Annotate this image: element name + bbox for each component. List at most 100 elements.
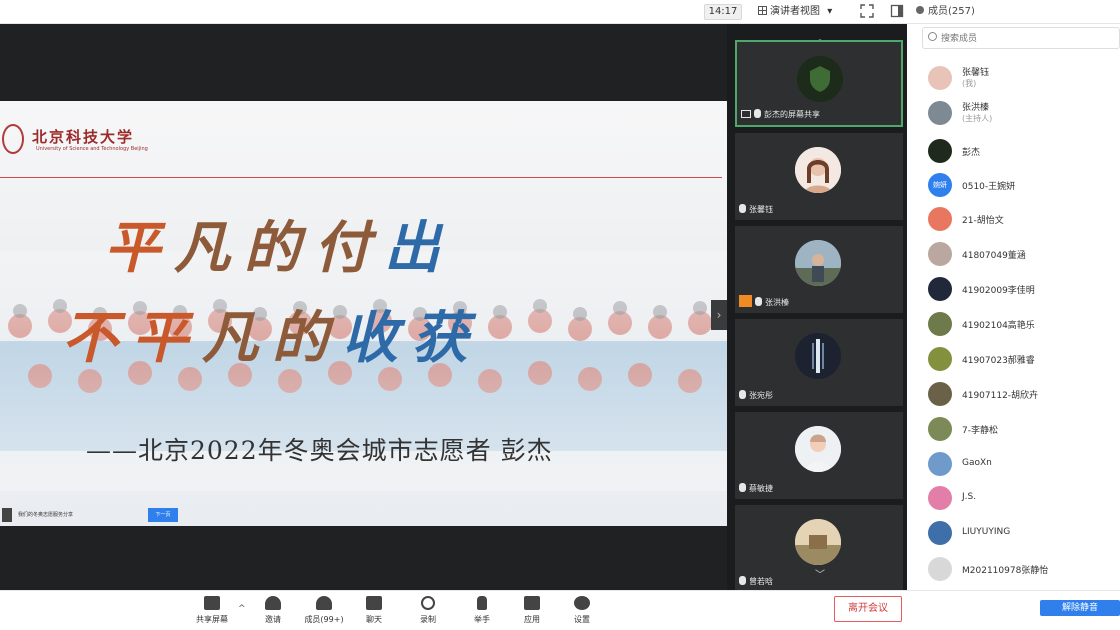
toolbar-label: 设置 [574, 615, 590, 624]
avatar [795, 426, 841, 472]
member-item[interactable]: GaoXn [928, 450, 1118, 480]
avatar [928, 207, 952, 231]
member-name: 41902009李佳明 [962, 286, 1035, 296]
next-page-button[interactable]: 下一页 [148, 508, 178, 522]
header-divider [0, 177, 722, 178]
mic-icon [739, 576, 746, 585]
avatar [928, 347, 952, 371]
avatar [928, 521, 952, 545]
video-tile[interactable]: 张宛彤 [735, 319, 903, 406]
toolbar-label: 应用 [524, 615, 540, 624]
member-item[interactable]: 41902009李佳明 [928, 275, 1118, 305]
member-item[interactable]: 婉妍 0510-王婉妍 [928, 171, 1118, 201]
university-name-cn: 北京科技大学 [32, 128, 135, 146]
member-name: 41902104高艳乐 [962, 321, 1035, 331]
mic-icon [755, 297, 762, 306]
search-icon [928, 32, 937, 41]
collapse-video-icon[interactable]: › [711, 300, 727, 330]
raise-hand-icon [477, 596, 487, 610]
tile-label: 彭杰的屏幕共享 [741, 109, 820, 121]
unmute-button[interactable]: 解除静音 [1040, 600, 1120, 616]
members-count-button[interactable]: 成员(257) [916, 3, 975, 21]
toolbar-label: 聊天 [366, 615, 382, 624]
sidebar-toggle-icon[interactable] [890, 4, 904, 18]
settings-button[interactable]: 设置 [560, 596, 604, 628]
member-item[interactable]: 41902104高艳乐 [928, 310, 1118, 340]
invite-icon [265, 596, 281, 610]
speaker-view-label: 演讲者视图 [770, 6, 820, 17]
video-tile[interactable]: 彭杰的屏幕共享 [735, 40, 903, 127]
toolbar-label: 共享屏幕 [196, 615, 228, 624]
avatar [795, 333, 841, 379]
raise-hand-button[interactable]: 举手 [460, 596, 504, 628]
video-tile[interactable]: 张馨钰 [735, 133, 903, 220]
share-options-chevron-icon[interactable]: ^ [238, 604, 246, 614]
scroll-down-icon[interactable]: ﹀ [815, 566, 825, 581]
member-item[interactable]: 7-李静松 [928, 415, 1118, 445]
avatar [797, 56, 843, 102]
slide-signature: ——北京2022年冬奥会城市志愿者 彭杰 [86, 436, 553, 465]
member-name: 41907023郝雅睿 [962, 356, 1035, 366]
apps-button[interactable]: 应用 [510, 596, 554, 628]
member-name: 21-胡怡文 [962, 216, 1004, 226]
member-name: 0510-王婉妍 [962, 182, 1016, 192]
mic-icon [739, 483, 746, 492]
member-item[interactable]: M202110978张静怡 [928, 555, 1118, 585]
member-name: 7-李静松 [962, 426, 998, 436]
tile-label: 曾若晗 [739, 576, 773, 588]
avatar [928, 139, 952, 163]
members-button[interactable]: 成员(99+) [302, 596, 346, 628]
member-item[interactable]: 41807049董涵 [928, 240, 1118, 270]
avatar: 婉妍 [928, 173, 952, 197]
slide-menu-button[interactable] [2, 508, 12, 522]
member-item[interactable]: J.S. [928, 484, 1118, 514]
avatar [928, 277, 952, 301]
member-name: M202110978张静怡 [962, 566, 1049, 576]
video-tile[interactable]: 蔡敏捷 [735, 412, 903, 499]
member-name: 张馨钰 [962, 68, 990, 78]
chat-button[interactable]: 聊天 [352, 596, 396, 628]
member-name: LIUYUYING [962, 527, 1011, 537]
member-name: 41807049董涵 [962, 251, 1026, 261]
avatar [928, 452, 952, 476]
avatar [928, 486, 952, 510]
record-button[interactable]: 录制 [406, 596, 450, 628]
avatar [928, 242, 952, 266]
share-screen-button[interactable]: 共享屏幕 [190, 596, 234, 628]
member-item[interactable]: 张洪榛 (主持人) [928, 99, 1118, 129]
avatar [928, 312, 952, 336]
shared-slide: 北京科技大学 University of Science and Technol… [0, 101, 727, 526]
speaker-view-button[interactable]: 演讲者视图 ▾ [758, 3, 850, 21]
chat-icon [366, 596, 382, 610]
slide-title-line-1: 平凡的付出 [104, 215, 454, 281]
member-item[interactable]: 41907112-胡欣卉 [928, 380, 1118, 410]
member-item[interactable]: 41907023郝雅睿 [928, 345, 1118, 375]
fullscreen-icon[interactable] [860, 4, 874, 18]
member-name: J.S. [962, 492, 977, 502]
avatar [795, 519, 841, 565]
tile-label: 张洪榛 [739, 295, 789, 309]
university-name-en: University of Science and Technology Bei… [36, 146, 148, 152]
member-name: 41907112-胡欣卉 [962, 391, 1039, 401]
leave-meeting-button[interactable]: 离开会议 [834, 596, 902, 622]
toolbar-label: 录制 [420, 615, 436, 624]
avatar [795, 240, 841, 286]
member-item[interactable]: 张馨钰 (我) [928, 64, 1118, 94]
avatar [795, 147, 841, 193]
video-tile[interactable]: 张洪榛 [735, 226, 903, 313]
toolbar-label: 举手 [474, 615, 490, 624]
member-item[interactable]: 彭杰 [928, 137, 1118, 167]
user-icon [916, 6, 924, 14]
member-search-input[interactable] [941, 30, 1111, 46]
tile-label: 张宛彤 [739, 390, 773, 402]
member-name: 张洪榛 [962, 103, 990, 113]
members-icon [316, 596, 332, 610]
slide-doc-name: 我们的冬奥志愿服务分享 [18, 512, 74, 518]
member-name: 彭杰 [962, 148, 981, 158]
member-item[interactable]: LIUYUYING [928, 519, 1118, 549]
member-item[interactable]: 21-胡怡文 [928, 205, 1118, 235]
invite-button[interactable]: 邀请 [251, 596, 295, 628]
apps-icon [524, 596, 540, 610]
avatar [928, 66, 952, 90]
toolbar-label: 成员(99+) [304, 615, 344, 624]
